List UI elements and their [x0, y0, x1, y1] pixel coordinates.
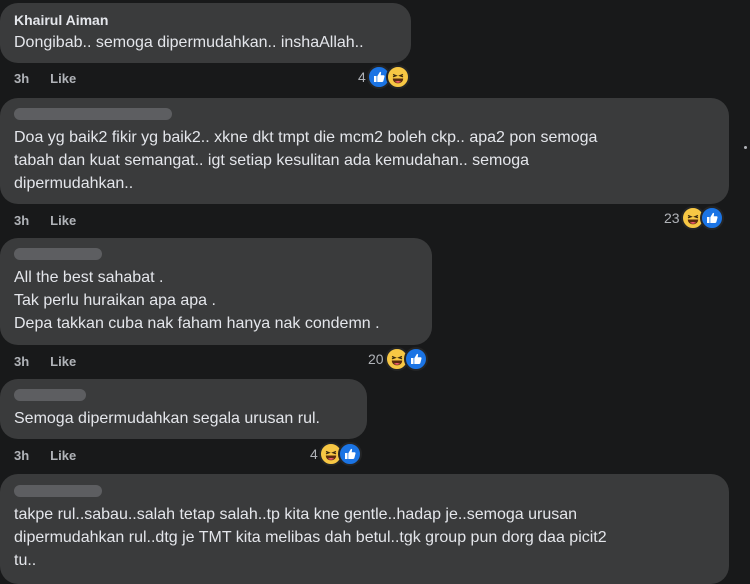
- comment-text: Doa yg baik2 fikir yg baik2.. xkne dkt t…: [14, 129, 598, 192]
- like-icon: [699, 206, 724, 230]
- comment-bubble: Doa yg baik2 fikir yg baik2.. xkne dkt t…: [0, 98, 729, 204]
- comment-text: All the best sahabat . Tak perlu huraika…: [14, 269, 380, 332]
- comment-time[interactable]: 3h: [14, 71, 29, 86]
- reaction-summary[interactable]: 4: [310, 442, 362, 466]
- like-button[interactable]: Like: [50, 448, 76, 463]
- like-icon: [403, 347, 428, 371]
- reaction-count: 23: [664, 210, 680, 226]
- comment-meta: 3h Like: [14, 69, 76, 87]
- comment-author-redacted[interactable]: [14, 485, 102, 497]
- comment-author[interactable]: Khairul Aiman: [14, 12, 397, 29]
- comment-meta: 3h Like: [14, 211, 76, 229]
- reaction-count: 20: [368, 351, 384, 367]
- comment-text: takpe rul..sabau..salah tetap salah..tp …: [14, 506, 607, 569]
- like-button[interactable]: Like: [50, 213, 76, 228]
- comment-author-redacted[interactable]: [14, 108, 172, 120]
- comment-time[interactable]: 3h: [14, 448, 29, 463]
- comment-bubble: All the best sahabat . Tak perlu huraika…: [0, 238, 432, 345]
- reaction-count: 4: [310, 446, 318, 462]
- comment-bubble: Semoga dipermudahkan segala urusan rul.: [0, 379, 367, 439]
- reaction-count: 4: [358, 69, 366, 85]
- haha-icon: [385, 65, 410, 89]
- like-button[interactable]: Like: [50, 71, 76, 86]
- comment-meta: 3h Like: [14, 352, 76, 370]
- reaction-summary[interactable]: 4: [358, 65, 410, 89]
- comment-bubble: Khairul Aiman Dongibab.. semoga dipermud…: [0, 3, 411, 63]
- comment-text: Dongibab.. semoga dipermudahkan.. inshaA…: [14, 34, 364, 51]
- more-options-icon[interactable]: [744, 146, 747, 149]
- reaction-summary[interactable]: 20: [368, 347, 428, 371]
- comment-author-redacted[interactable]: [14, 389, 86, 401]
- comment-author-redacted[interactable]: [14, 248, 102, 260]
- comment-time[interactable]: 3h: [14, 213, 29, 228]
- comment-meta: 3h Like: [14, 446, 76, 464]
- comment-bubble: takpe rul..sabau..salah tetap salah..tp …: [0, 474, 729, 584]
- comment-time[interactable]: 3h: [14, 354, 29, 369]
- like-button[interactable]: Like: [50, 354, 76, 369]
- like-icon: [337, 442, 362, 466]
- reaction-summary[interactable]: 23: [664, 206, 724, 230]
- comment-text: Semoga dipermudahkan segala urusan rul.: [14, 410, 320, 427]
